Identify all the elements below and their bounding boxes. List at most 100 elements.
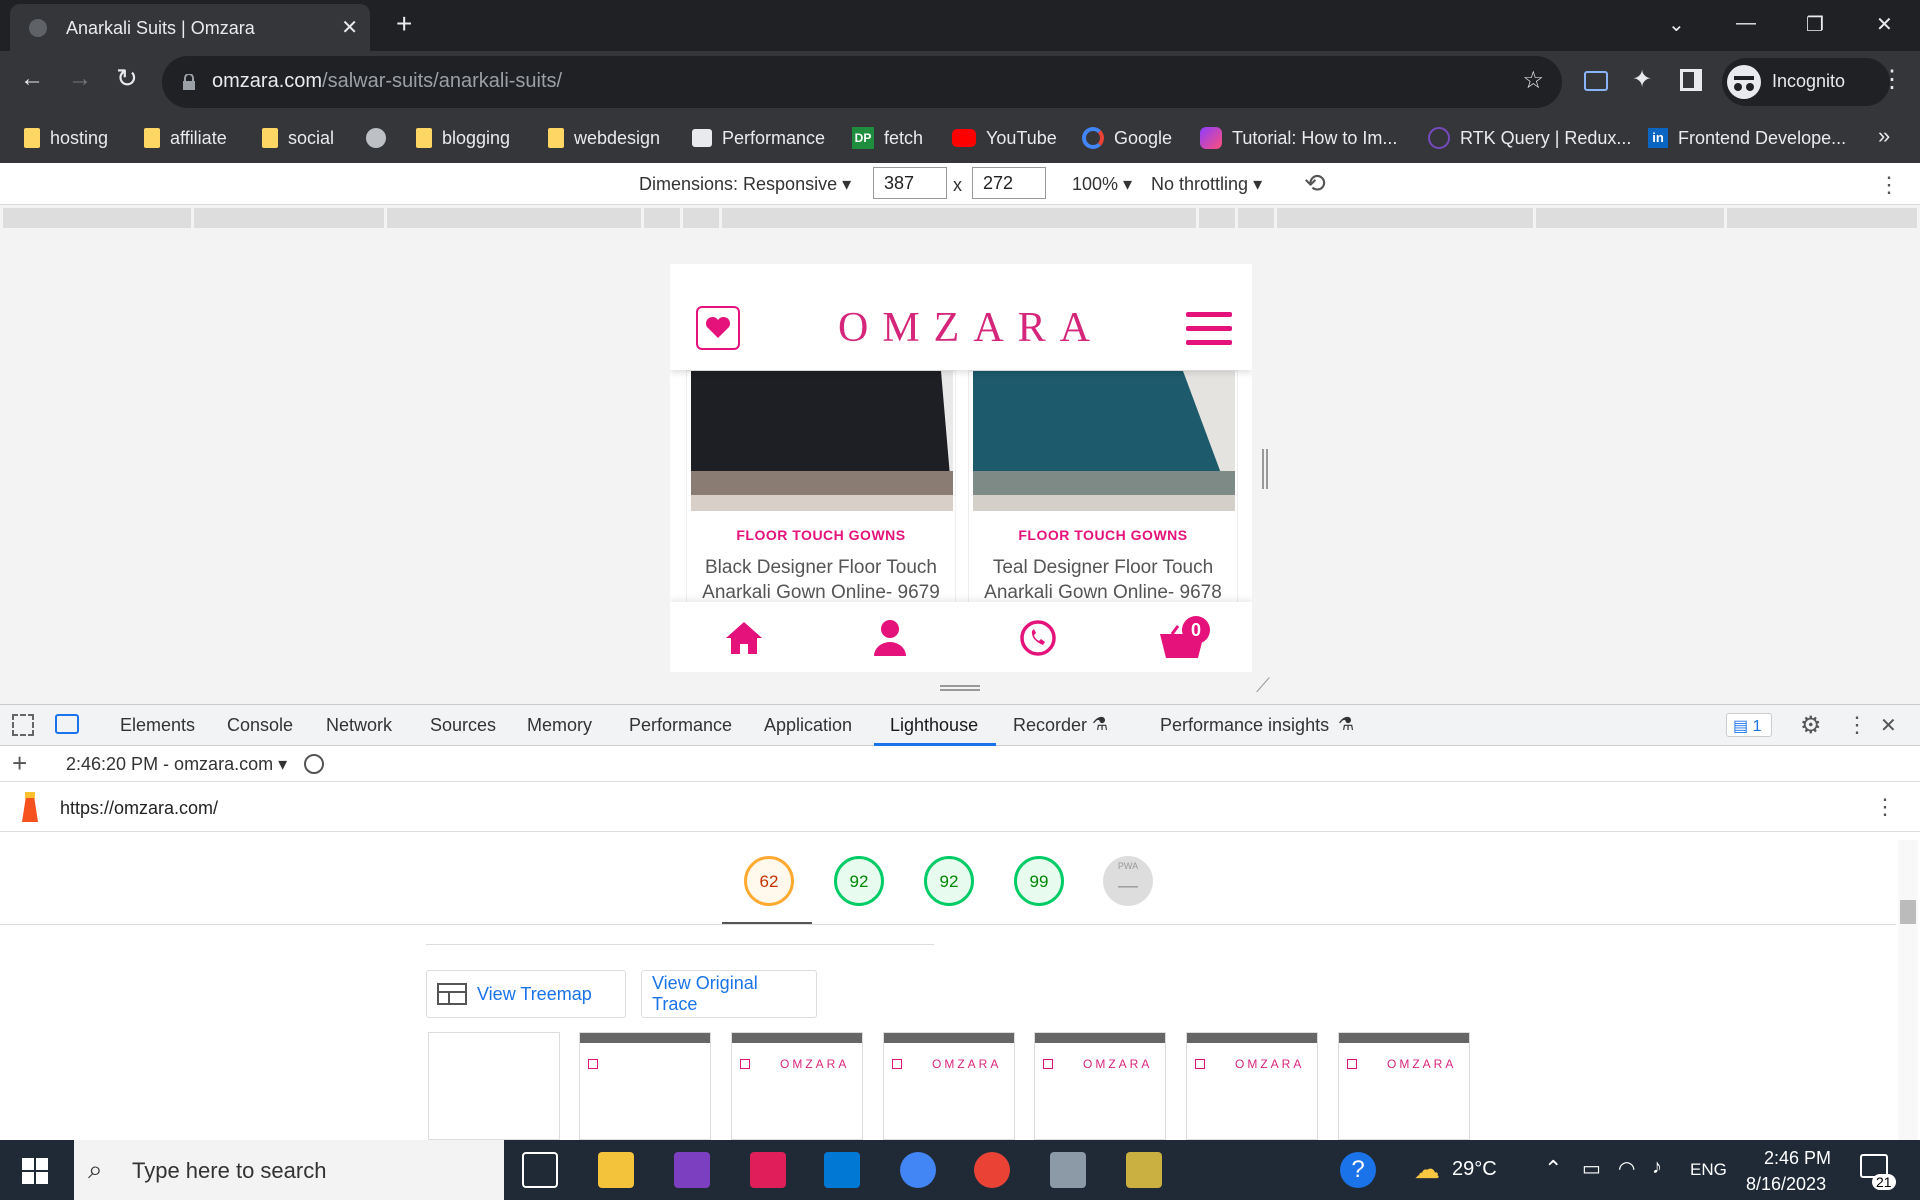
task-view-icon[interactable] bbox=[522, 1152, 558, 1188]
product-category[interactable]: FLOOR TOUCH GOWNS bbox=[687, 527, 955, 543]
new-report-plus-icon[interactable]: + bbox=[12, 748, 27, 779]
help-icon[interactable]: ? bbox=[1340, 1152, 1376, 1188]
device-icon[interactable]: ▭ bbox=[1582, 1156, 1601, 1181]
media-query-bar[interactable] bbox=[0, 205, 1920, 231]
git-icon[interactable] bbox=[1126, 1152, 1162, 1188]
product-name[interactable]: Black Designer Floor Touch Anarkali Gown… bbox=[687, 555, 955, 605]
bookmark-globe[interactable] bbox=[366, 125, 386, 151]
close-window-button[interactable]: ✕ bbox=[1876, 12, 1893, 37]
device-toolbar-menu-icon[interactable]: ⋮ bbox=[1878, 172, 1900, 198]
reload-icon[interactable]: ↻ bbox=[116, 63, 138, 94]
language-indicator[interactable]: ENG bbox=[1690, 1160, 1727, 1180]
clear-reports-icon[interactable] bbox=[304, 754, 324, 774]
best-practices-score-gauge[interactable]: 92 bbox=[924, 856, 974, 906]
bookmark-rtk-query[interactable]: RTK Query | Redux... bbox=[1428, 125, 1631, 151]
chrome-profile-icon[interactable] bbox=[974, 1152, 1010, 1188]
whatsapp-icon[interactable] bbox=[1018, 618, 1058, 658]
rotate-icon[interactable]: ⟲ bbox=[1304, 168, 1326, 199]
account-icon[interactable] bbox=[872, 618, 908, 658]
site-logo[interactable]: OMZARA bbox=[838, 304, 1104, 352]
vscode-icon[interactable] bbox=[824, 1152, 860, 1188]
report-selector[interactable]: 2:46:20 PM - omzara.com ▾ bbox=[66, 754, 287, 775]
wishlist-button[interactable] bbox=[696, 306, 740, 350]
wifi-icon[interactable]: ◠ bbox=[1618, 1156, 1635, 1181]
slack-icon[interactable] bbox=[750, 1152, 786, 1188]
bookmark-webdesign[interactable]: webdesign bbox=[548, 125, 660, 151]
filmstrip-frame[interactable]: OMZARA bbox=[1338, 1032, 1470, 1140]
address-bar[interactable]: omzara.com/salwar-suits/anarkali-suits/ … bbox=[162, 56, 1562, 108]
issues-badge[interactable]: ▤ 1 bbox=[1726, 713, 1772, 737]
tab-application[interactable]: Application bbox=[764, 715, 852, 736]
bookmark-blogging[interactable]: blogging bbox=[416, 125, 510, 151]
incognito-profile-button[interactable]: Incognito bbox=[1722, 58, 1890, 106]
bookmark-affiliate[interactable]: affiliate bbox=[144, 125, 227, 151]
browser-menu-icon[interactable]: ⋮ bbox=[1880, 65, 1904, 94]
bookmark-fetch[interactable]: DP fetch bbox=[852, 125, 923, 151]
home-icon[interactable] bbox=[724, 620, 764, 656]
product-image[interactable] bbox=[691, 371, 953, 511]
report-scrollbar[interactable] bbox=[1898, 840, 1918, 1140]
close-tab-icon[interactable]: ✕ bbox=[341, 15, 358, 40]
bookmark-hosting[interactable]: hosting bbox=[24, 125, 108, 151]
dimensions-dropdown[interactable]: Dimensions: Responsive ▾ bbox=[639, 174, 851, 195]
tab-network[interactable]: Network bbox=[326, 715, 392, 736]
more-bookmarks-icon[interactable]: » bbox=[1878, 123, 1890, 149]
filmstrip-frame[interactable]: OMZARA bbox=[883, 1032, 1015, 1140]
filmstrip-frame-blank[interactable] bbox=[428, 1032, 560, 1140]
device-toggle-icon[interactable] bbox=[55, 714, 79, 734]
tab-performance[interactable]: Performance bbox=[629, 715, 732, 736]
devtools-menu-icon[interactable]: ⋮ bbox=[1846, 712, 1868, 738]
bookmark-performance[interactable]: Performance bbox=[692, 125, 825, 151]
filmstrip-frame[interactable] bbox=[579, 1032, 711, 1140]
temperature[interactable]: 29°C bbox=[1452, 1158, 1497, 1181]
pwa-score-gauge[interactable]: PWA — bbox=[1103, 856, 1153, 906]
tab-performance-insights[interactable]: Performance insights bbox=[1160, 715, 1329, 736]
hamburger-menu-icon[interactable] bbox=[1186, 312, 1232, 346]
clock-date[interactable]: 8/16/2023 bbox=[1746, 1174, 1826, 1195]
product-image[interactable] bbox=[973, 371, 1235, 511]
bookmark-frontend[interactable]: in Frontend Develope... bbox=[1648, 125, 1846, 151]
inspect-element-icon[interactable] bbox=[12, 714, 34, 736]
restore-button[interactable]: ❐ bbox=[1806, 12, 1824, 37]
resize-corner-icon[interactable]: ⟋ bbox=[1256, 675, 1270, 698]
chrome-incognito-icon[interactable] bbox=[900, 1152, 936, 1188]
view-original-trace-button[interactable]: View Original Trace bbox=[641, 970, 817, 1018]
report-menu-icon[interactable]: ⋮ bbox=[1874, 794, 1896, 820]
back-arrow-icon[interactable]: ← bbox=[20, 65, 44, 93]
resize-handle-right[interactable] bbox=[1262, 449, 1268, 489]
filmstrip-frame[interactable]: OMZARA bbox=[1186, 1032, 1318, 1140]
height-input[interactable]: 272 bbox=[972, 167, 1046, 199]
taskbar-search-box[interactable]: ⌕ Type here to search bbox=[74, 1140, 504, 1200]
tab-memory[interactable]: Memory bbox=[527, 715, 592, 736]
bookmark-youtube[interactable]: YouTube bbox=[952, 125, 1057, 151]
view-treemap-button[interactable]: View Treemap bbox=[426, 970, 626, 1018]
seo-score-gauge[interactable]: 99 bbox=[1014, 856, 1064, 906]
filmstrip-frame[interactable]: OMZARA bbox=[731, 1032, 863, 1140]
windows-start-icon[interactable] bbox=[22, 1158, 48, 1184]
close-devtools-icon[interactable]: ✕ bbox=[1880, 713, 1897, 738]
browser-tab[interactable]: Anarkali Suits | Omzara ✕ bbox=[10, 4, 370, 51]
tab-recorder[interactable]: Recorder bbox=[1013, 715, 1087, 736]
clock-time[interactable]: 2:46 PM bbox=[1764, 1148, 1831, 1169]
width-input[interactable]: 387 bbox=[873, 167, 947, 199]
extensions-icon[interactable]: ✦ bbox=[1632, 65, 1652, 94]
tab-elements[interactable]: Elements bbox=[120, 715, 195, 736]
file-manager-icon[interactable] bbox=[1050, 1152, 1086, 1188]
bookmark-tutorial[interactable]: Tutorial: How to Im... bbox=[1200, 125, 1397, 151]
minimize-button[interactable]: — bbox=[1736, 12, 1756, 35]
tab-console[interactable]: Console bbox=[227, 715, 293, 736]
product-category[interactable]: FLOOR TOUCH GOWNS bbox=[969, 527, 1237, 543]
side-panel-icon[interactable] bbox=[1680, 69, 1702, 91]
product-name[interactable]: Teal Designer Floor Touch Anarkali Gown … bbox=[969, 555, 1237, 605]
tab-search-icon[interactable]: ⌄ bbox=[1668, 12, 1685, 37]
tab-sources[interactable]: Sources bbox=[430, 715, 496, 736]
resize-handle-bottom[interactable] bbox=[940, 685, 980, 691]
performance-score-gauge[interactable]: 62 bbox=[744, 856, 794, 906]
forward-arrow-icon[interactable]: → bbox=[68, 65, 92, 93]
settings-gear-icon[interactable]: ⚙ bbox=[1800, 711, 1822, 740]
zoom-dropdown[interactable]: 100% ▾ bbox=[1072, 174, 1132, 195]
filmstrip-frame[interactable]: OMZARA bbox=[1034, 1032, 1166, 1140]
weather-icon[interactable]: ☁ bbox=[1414, 1154, 1440, 1185]
tab-lighthouse[interactable]: Lighthouse bbox=[890, 715, 978, 736]
bookmark-star-icon[interactable]: ☆ bbox=[1522, 66, 1544, 95]
